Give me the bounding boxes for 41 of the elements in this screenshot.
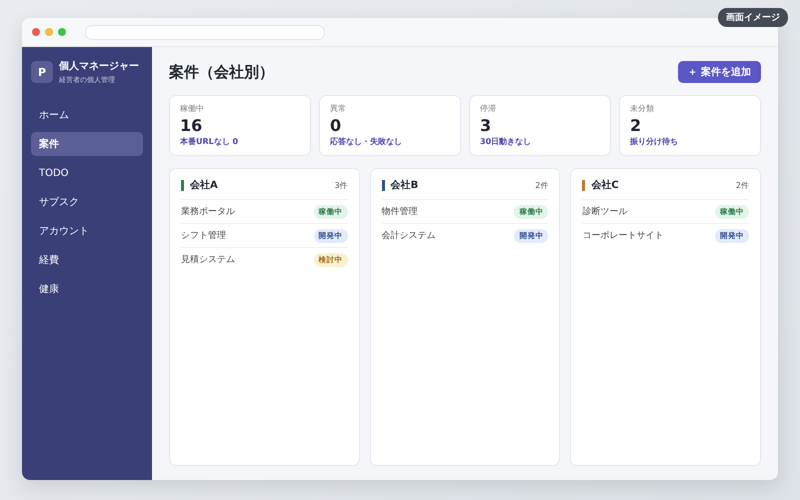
stat-label: 未分類 [630, 103, 655, 114]
project-name[interactable]: 見積システム [181, 253, 235, 266]
stat-value: 3 [480, 116, 492, 135]
minimize-dot-icon[interactable] [45, 28, 53, 36]
nav-item[interactable]: アカウント [31, 219, 143, 243]
stat-note: 30日動きなし [480, 136, 532, 147]
stat-label: 異常 [330, 103, 347, 114]
stat-label: 稼働中 [180, 103, 205, 114]
add-project-button[interactable]: ＋ 案件を追加 [678, 61, 761, 83]
company-name: 会社A [190, 178, 219, 192]
project-count: 2件 [535, 180, 548, 190]
stat-value: 2 [630, 116, 642, 135]
app-title: 個人マネージャー [59, 60, 139, 73]
page-title: 案件（会社別） [169, 62, 274, 82]
nav-item[interactable]: 経費 [31, 248, 143, 272]
stat-note: 振り分け待ち [630, 136, 679, 147]
close-dot-icon[interactable] [32, 28, 40, 36]
stat-value: 16 [180, 116, 204, 135]
stat-note: 本番URLなし 0 [180, 136, 240, 147]
stat-label: 停滞 [480, 103, 497, 114]
company-name: 会社B [390, 178, 420, 192]
app-logo: P [31, 61, 53, 83]
maximize-dot-icon[interactable] [58, 28, 66, 36]
project-count: 3件 [334, 180, 348, 190]
project-name[interactable]: 会計システム [382, 229, 436, 242]
company-name: 会社C [591, 178, 620, 192]
nav-item[interactable]: TODO [31, 161, 143, 185]
nav-item[interactable]: 案件 [31, 132, 143, 156]
project-count: 2件 [736, 180, 749, 190]
project-name[interactable]: 業務ポータル [181, 205, 235, 218]
nav-item[interactable]: ホーム [31, 103, 143, 127]
nav-item[interactable]: サブスク [31, 190, 143, 214]
project-name[interactable]: シフト管理 [181, 229, 226, 242]
nav-item[interactable]: 健康 [31, 277, 143, 301]
project-name[interactable]: 診断ツール [582, 205, 628, 218]
project-name[interactable]: 物件管理 [382, 205, 418, 218]
project-name[interactable]: コーポレートサイト [582, 229, 664, 242]
screen-image-tag: 画面イメージ [718, 8, 788, 27]
stat-note: 応答なし・失敗なし [330, 136, 403, 147]
address-bar[interactable] [85, 24, 325, 40]
stat-value: 0 [330, 116, 342, 135]
